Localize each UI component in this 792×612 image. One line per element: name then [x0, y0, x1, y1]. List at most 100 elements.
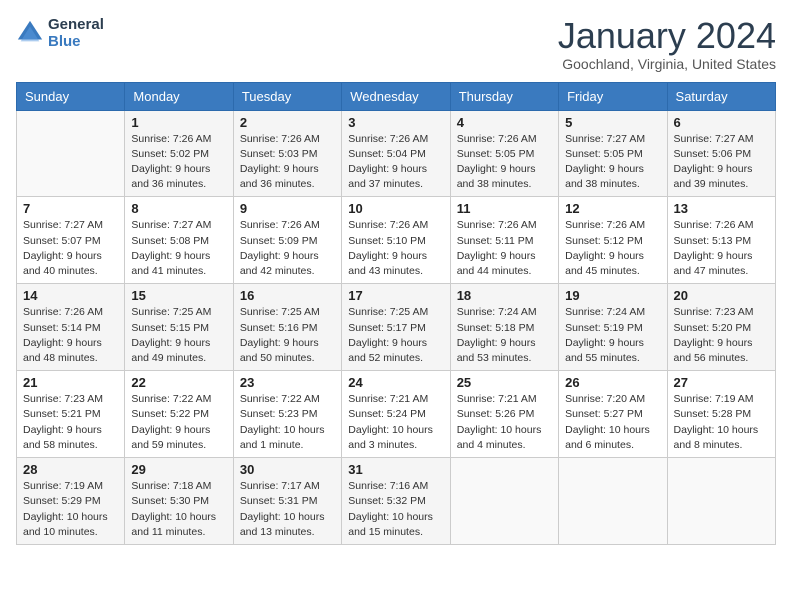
day-info: Sunrise: 7:25 AMSunset: 5:16 PMDaylight:…: [240, 305, 335, 366]
day-info: Sunrise: 7:26 AMSunset: 5:12 PMDaylight:…: [565, 218, 660, 279]
day-info: Sunrise: 7:27 AMSunset: 5:05 PMDaylight:…: [565, 132, 660, 193]
day-info: Sunrise: 7:26 AMSunset: 5:04 PMDaylight:…: [348, 132, 443, 193]
day-info: Sunrise: 7:26 AMSunset: 5:05 PMDaylight:…: [457, 132, 552, 193]
day-info: Sunrise: 7:26 AMSunset: 5:03 PMDaylight:…: [240, 132, 335, 193]
day-number: 28: [23, 462, 118, 477]
calendar-week-row: 28 Sunrise: 7:19 AMSunset: 5:29 PMDayligh…: [17, 458, 776, 545]
calendar-cell: 27Sunrise: 7:19 AMSunset: 5:28 PMDayligh…: [667, 371, 775, 458]
day-info: Sunrise: 7:26 AMSunset: 5:10 PMDaylight:…: [348, 218, 443, 279]
day-info: Sunrise: 7:22 AMSunset: 5:22 PMDaylight:…: [131, 392, 226, 453]
day-info: Sunrise: 7:19 AMSunset: 5:29 PMDaylight:…: [23, 479, 118, 540]
day-info: Sunrise: 7:24 AMSunset: 5:19 PMDaylight:…: [565, 305, 660, 366]
day-number: 16: [240, 288, 335, 303]
calendar-cell: 19 Sunrise: 7:24 AMSunset: 5:19 PMDayligh…: [559, 284, 667, 371]
day-number: 30: [240, 462, 335, 477]
calendar-cell: 18Sunrise: 7:24 AMSunset: 5:18 PMDayligh…: [450, 284, 558, 371]
day-info: Sunrise: 7:25 AMSunset: 5:15 PMDaylight:…: [131, 305, 226, 366]
calendar-cell: 8 Sunrise: 7:27 AMSunset: 5:08 PMDaylight…: [125, 197, 233, 284]
day-number: 26: [565, 375, 660, 390]
day-number: 15: [131, 288, 226, 303]
calendar-cell: 12 Sunrise: 7:26 AMSunset: 5:12 PMDayligh…: [559, 197, 667, 284]
day-info: Sunrise: 7:20 AMSunset: 5:27 PMDaylight:…: [565, 392, 660, 453]
day-info: Sunrise: 7:18 AMSunset: 5:30 PMDaylight:…: [131, 479, 226, 540]
calendar-cell: 16 Sunrise: 7:25 AMSunset: 5:16 PMDayligh…: [233, 284, 341, 371]
calendar-cell: 13 Sunrise: 7:26 AMSunset: 5:13 PMDayligh…: [667, 197, 775, 284]
month-year-title: January 2024: [558, 16, 776, 56]
calendar-cell: 31 Sunrise: 7:16 AMSunset: 5:32 PMDayligh…: [342, 458, 450, 545]
col-saturday: Saturday: [667, 82, 775, 110]
day-number: 29: [131, 462, 226, 477]
day-number: 22: [131, 375, 226, 390]
logo: General Blue: [16, 16, 104, 50]
col-friday: Friday: [559, 82, 667, 110]
day-number: 31: [348, 462, 443, 477]
day-number: 8: [131, 201, 226, 216]
day-info: Sunrise: 7:27 AMSunset: 5:06 PMDaylight:…: [674, 132, 769, 193]
calendar-cell: 2 Sunrise: 7:26 AMSunset: 5:03 PMDaylight…: [233, 110, 341, 197]
calendar-header: Sunday Monday Tuesday Wednesday Thursday…: [17, 82, 776, 110]
day-info: Sunrise: 7:24 AMSunset: 5:18 PMDaylight:…: [457, 305, 552, 366]
calendar-cell: 24 Sunrise: 7:21 AMSunset: 5:24 PMDayligh…: [342, 371, 450, 458]
day-info: Sunrise: 7:26 AMSunset: 5:14 PMDaylight:…: [23, 305, 118, 366]
calendar-week-row: 7 Sunrise: 7:27 AMSunset: 5:07 PMDaylight…: [17, 197, 776, 284]
calendar-table: Sunday Monday Tuesday Wednesday Thursday…: [16, 82, 776, 545]
calendar-cell: 14 Sunrise: 7:26 AMSunset: 5:14 PMDayligh…: [17, 284, 125, 371]
calendar-cell: 20Sunrise: 7:23 AMSunset: 5:20 PMDayligh…: [667, 284, 775, 371]
day-number: 23: [240, 375, 335, 390]
calendar-cell: 23 Sunrise: 7:22 AMSunset: 5:23 PMDayligh…: [233, 371, 341, 458]
day-number: 19: [565, 288, 660, 303]
calendar-cell: 11Sunrise: 7:26 AMSunset: 5:11 PMDayligh…: [450, 197, 558, 284]
col-sunday: Sunday: [17, 82, 125, 110]
calendar-cell: 10 Sunrise: 7:26 AMSunset: 5:10 PMDayligh…: [342, 197, 450, 284]
day-number: 4: [457, 115, 552, 130]
day-number: 14: [23, 288, 118, 303]
col-thursday: Thursday: [450, 82, 558, 110]
day-info: Sunrise: 7:22 AMSunset: 5:23 PMDaylight:…: [240, 392, 335, 453]
day-number: 3: [348, 115, 443, 130]
day-number: 21: [23, 375, 118, 390]
calendar-cell: 4 Sunrise: 7:26 AMSunset: 5:05 PMDaylight…: [450, 110, 558, 197]
calendar-cell: 25 Sunrise: 7:21 AMSunset: 5:26 PMDayligh…: [450, 371, 558, 458]
day-number: 10: [348, 201, 443, 216]
calendar-cell: 17 Sunrise: 7:25 AMSunset: 5:17 PMDayligh…: [342, 284, 450, 371]
col-monday: Monday: [125, 82, 233, 110]
col-wednesday: Wednesday: [342, 82, 450, 110]
day-number: 20: [674, 288, 769, 303]
calendar-cell: 15 Sunrise: 7:25 AMSunset: 5:15 PMDayligh…: [125, 284, 233, 371]
day-info: Sunrise: 7:26 AMSunset: 5:09 PMDaylight:…: [240, 218, 335, 279]
day-number: 9: [240, 201, 335, 216]
calendar-cell: 5 Sunrise: 7:27 AMSunset: 5:05 PMDaylight…: [559, 110, 667, 197]
calendar-cell: [450, 458, 558, 545]
calendar-cell: 22 Sunrise: 7:22 AMSunset: 5:22 PMDayligh…: [125, 371, 233, 458]
day-info: Sunrise: 7:27 AMSunset: 5:07 PMDaylight:…: [23, 218, 118, 279]
day-info: Sunrise: 7:21 AMSunset: 5:24 PMDaylight:…: [348, 392, 443, 453]
calendar-cell: [17, 110, 125, 197]
calendar-cell: [559, 458, 667, 545]
day-number: 7: [23, 201, 118, 216]
location-subtitle: Goochland, Virginia, United States: [558, 56, 776, 72]
logo-icon: [16, 19, 44, 47]
day-number: 25: [457, 375, 552, 390]
day-info: Sunrise: 7:27 AMSunset: 5:08 PMDaylight:…: [131, 218, 226, 279]
calendar-week-row: 21Sunrise: 7:23 AMSunset: 5:21 PMDayligh…: [17, 371, 776, 458]
calendar-cell: 21Sunrise: 7:23 AMSunset: 5:21 PMDayligh…: [17, 371, 125, 458]
day-number: 24: [348, 375, 443, 390]
logo-text: General Blue: [48, 16, 104, 50]
day-number: 5: [565, 115, 660, 130]
calendar-cell: 3 Sunrise: 7:26 AMSunset: 5:04 PMDaylight…: [342, 110, 450, 197]
day-number: 13: [674, 201, 769, 216]
day-info: Sunrise: 7:26 AMSunset: 5:13 PMDaylight:…: [674, 218, 769, 279]
day-info: Sunrise: 7:16 AMSunset: 5:32 PMDaylight:…: [348, 479, 443, 540]
col-tuesday: Tuesday: [233, 82, 341, 110]
day-info: Sunrise: 7:21 AMSunset: 5:26 PMDaylight:…: [457, 392, 552, 453]
calendar-week-row: 14 Sunrise: 7:26 AMSunset: 5:14 PMDayligh…: [17, 284, 776, 371]
day-info: Sunrise: 7:25 AMSunset: 5:17 PMDaylight:…: [348, 305, 443, 366]
calendar-cell: 1Sunrise: 7:26 AMSunset: 5:02 PMDaylight…: [125, 110, 233, 197]
days-of-week-row: Sunday Monday Tuesday Wednesday Thursday…: [17, 82, 776, 110]
day-number: 2: [240, 115, 335, 130]
calendar-cell: 9 Sunrise: 7:26 AMSunset: 5:09 PMDaylight…: [233, 197, 341, 284]
calendar-cell: [667, 458, 775, 545]
day-number: 17: [348, 288, 443, 303]
day-number: 12: [565, 201, 660, 216]
day-info: Sunrise: 7:26 AMSunset: 5:02 PMDaylight:…: [131, 132, 226, 193]
